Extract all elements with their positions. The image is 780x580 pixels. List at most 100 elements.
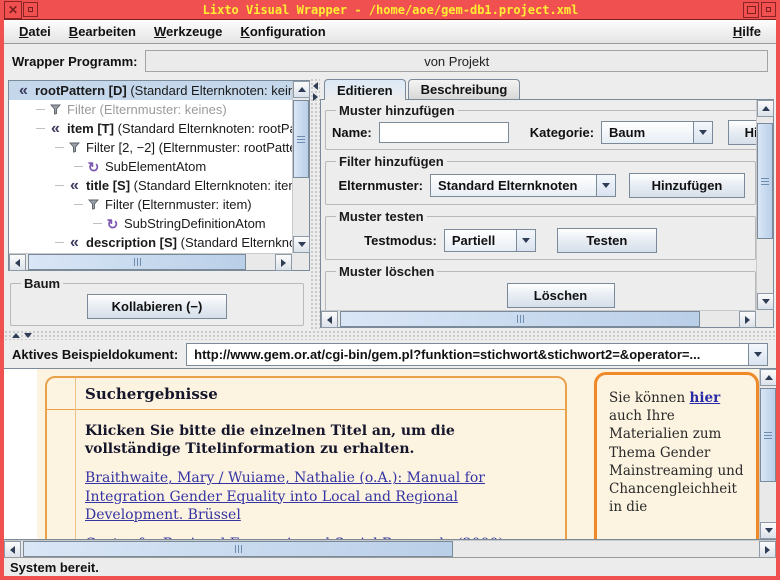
test-button[interactable]: Testen bbox=[557, 228, 657, 253]
scroll-thumb[interactable] bbox=[760, 388, 776, 482]
editor-tab-content: Muster hinzufügen Name: Kategorie: Baum … bbox=[320, 99, 774, 328]
editor-vertical-scrollbar[interactable] bbox=[756, 100, 773, 310]
browser-vertical-scrollbar[interactable] bbox=[759, 369, 776, 539]
window-maximize-button[interactable] bbox=[743, 2, 759, 18]
delete-pattern-title: Muster löschen bbox=[336, 264, 437, 279]
combo-arrow-icon bbox=[748, 344, 767, 365]
scroll-left-button[interactable] bbox=[9, 254, 26, 271]
browser-page: Suchergebnisse Klicken Sie bitte die ein… bbox=[4, 369, 759, 539]
add-filter-button[interactable]: Hinzufügen bbox=[629, 173, 745, 198]
arrow-up-icon bbox=[765, 375, 773, 380]
editor-horizontal-scrollbar[interactable] bbox=[321, 310, 756, 327]
tree-row[interactable]: «rootPattern [D] (Standard Elternknoten:… bbox=[9, 81, 292, 100]
scroll-thumb[interactable] bbox=[340, 311, 700, 327]
scroll-right-button[interactable] bbox=[275, 254, 292, 271]
window-close-button[interactable]: ✕ bbox=[4, 1, 22, 19]
scroll-track[interactable] bbox=[338, 311, 739, 327]
parent-pattern-label: Elternmuster: bbox=[338, 178, 423, 193]
add-pattern-button[interactable]: Hinzufügen bbox=[728, 120, 756, 145]
parent-pattern-combobox[interactable]: Standard Elternknoten bbox=[430, 174, 616, 197]
atom-icon: ↻ bbox=[87, 162, 100, 172]
menu-item-datei[interactable]: Datei bbox=[10, 24, 60, 39]
menu-item-bearbeiten[interactable]: Bearbeiten bbox=[60, 24, 145, 39]
window-title: Lixto Visual Wrapper - /home/aoe/gem-db1… bbox=[38, 3, 743, 17]
window-iconify-button[interactable] bbox=[23, 2, 38, 17]
scroll-down-button[interactable] bbox=[757, 293, 774, 310]
results-intro: Klicken Sie bitte die einzelnen Titel an… bbox=[85, 422, 551, 458]
tree-row[interactable]: Filter (Elternmuster: item) bbox=[9, 195, 292, 214]
test-pattern-group: Muster testen Testmodus: Partiell Testen bbox=[325, 209, 756, 260]
scroll-thumb[interactable] bbox=[23, 541, 453, 557]
collapse-button[interactable]: Kollabieren (−) bbox=[87, 294, 227, 319]
scroll-thumb[interactable] bbox=[28, 254, 246, 270]
tree-row[interactable]: ↻SubElementAtom bbox=[9, 157, 292, 176]
tree-row[interactable]: «description [S] (Standard Elternknoten bbox=[9, 233, 292, 252]
horizontal-splitter[interactable] bbox=[4, 330, 776, 340]
tree-vertical-scrollbar[interactable] bbox=[292, 81, 309, 253]
tree-row[interactable]: Filter (Elternmuster: keines) bbox=[9, 100, 292, 119]
test-mode-label: Testmodus: bbox=[364, 233, 437, 248]
scroll-track[interactable] bbox=[757, 117, 773, 293]
thumb-grip-icon bbox=[235, 545, 242, 553]
scroll-up-button[interactable] bbox=[760, 369, 777, 386]
splitter-collapse-up-icon[interactable] bbox=[12, 333, 20, 338]
scroll-track[interactable] bbox=[760, 386, 776, 522]
tab-editieren[interactable]: Editieren bbox=[324, 79, 406, 100]
browser-horizontal-scrollbar[interactable] bbox=[4, 540, 776, 557]
menu-item-konfiguration[interactable]: Konfiguration bbox=[231, 24, 334, 39]
hier-link[interactable]: hier bbox=[690, 390, 721, 406]
arrow-left-icon bbox=[327, 316, 332, 324]
scroll-left-button[interactable] bbox=[321, 311, 338, 328]
atom-icon: ↻ bbox=[106, 219, 119, 229]
menu-item-hilfe[interactable]: Hilfe bbox=[724, 24, 770, 39]
tree-row[interactable]: «item [T] (Standard Elternknoten: rootPa… bbox=[9, 119, 292, 138]
tree-connector bbox=[55, 242, 64, 243]
pattern-icon: « bbox=[68, 181, 81, 191]
tree-row[interactable]: « title [S] (Standard Elternknoten: item) bbox=[9, 176, 292, 195]
scroll-down-button[interactable] bbox=[293, 236, 310, 253]
wrapper-program-field[interactable]: von Projekt bbox=[145, 50, 768, 72]
tree-horizontal-scrollbar[interactable] bbox=[9, 253, 292, 270]
scroll-thumb[interactable] bbox=[757, 123, 773, 239]
editor-panel: Editieren Beschreibung Muster hinzufügen… bbox=[320, 78, 776, 330]
scroll-up-button[interactable] bbox=[757, 100, 774, 117]
tree-connector bbox=[55, 185, 64, 186]
tree: « rootPattern [D] (Standard Elternknoten:… bbox=[9, 81, 292, 253]
delete-button[interactable]: Löschen bbox=[507, 283, 615, 308]
scroll-thumb[interactable] bbox=[293, 100, 309, 178]
tree-row-label: title [S] (Standard Elternknoten: item) bbox=[86, 178, 292, 193]
splitter-collapse-left-icon[interactable] bbox=[313, 82, 318, 90]
tab-beschreibung[interactable]: Beschreibung bbox=[408, 79, 521, 99]
scroll-track[interactable] bbox=[21, 541, 759, 557]
scroll-down-button[interactable] bbox=[760, 522, 777, 539]
category-combobox[interactable]: Baum bbox=[601, 121, 713, 144]
name-input[interactable] bbox=[379, 122, 509, 143]
tree-row[interactable]: Filter [2, −2] (Elternmuster: rootPatter… bbox=[9, 138, 292, 157]
scroll-right-button[interactable] bbox=[759, 541, 776, 558]
window-menu-button[interactable] bbox=[761, 2, 776, 17]
arrow-up-icon bbox=[762, 106, 770, 111]
tree-row[interactable]: ↻SubStringDefinitionAtom bbox=[9, 214, 292, 233]
scroll-right-button[interactable] bbox=[739, 311, 756, 328]
baum-group-title: Baum bbox=[21, 276, 63, 291]
name-label: Name: bbox=[332, 125, 372, 140]
scroll-track[interactable] bbox=[26, 254, 275, 270]
tree-connector bbox=[74, 204, 83, 205]
delete-pattern-group: Muster löschen Löschen bbox=[325, 264, 756, 310]
title-bar[interactable]: ✕ Lixto Visual Wrapper - /home/aoe/gem-d… bbox=[4, 0, 776, 20]
tree-row-label: rootPattern [D] (Standard Elternknoten: … bbox=[35, 83, 292, 98]
scroll-up-button[interactable] bbox=[293, 81, 310, 98]
result-link[interactable]: Braithwaite, Mary / Wuiame, Nathalie (o.… bbox=[85, 469, 551, 524]
sidebar-text-suffix: auch Ihre Materialien zum Thema Gender M… bbox=[609, 408, 744, 515]
test-mode-combobox[interactable]: Partiell bbox=[444, 229, 536, 252]
vertical-splitter[interactable] bbox=[310, 78, 320, 330]
scroll-left-button[interactable] bbox=[4, 541, 21, 558]
scroll-track[interactable] bbox=[293, 98, 309, 236]
search-results-box: Suchergebnisse Klicken Sie bitte die ein… bbox=[45, 376, 567, 539]
document-url-combobox[interactable]: http://www.gem.or.at/cgi-bin/gem.pl?funk… bbox=[186, 343, 768, 366]
splitter-collapse-right-icon[interactable] bbox=[313, 93, 318, 101]
result-link[interactable]: Center for Regional Economic and Social … bbox=[85, 535, 551, 539]
splitter-collapse-down-icon[interactable] bbox=[24, 333, 32, 338]
menu-item-werkzeuge[interactable]: Werkzeuge bbox=[145, 24, 231, 39]
tree-connector bbox=[74, 166, 83, 167]
